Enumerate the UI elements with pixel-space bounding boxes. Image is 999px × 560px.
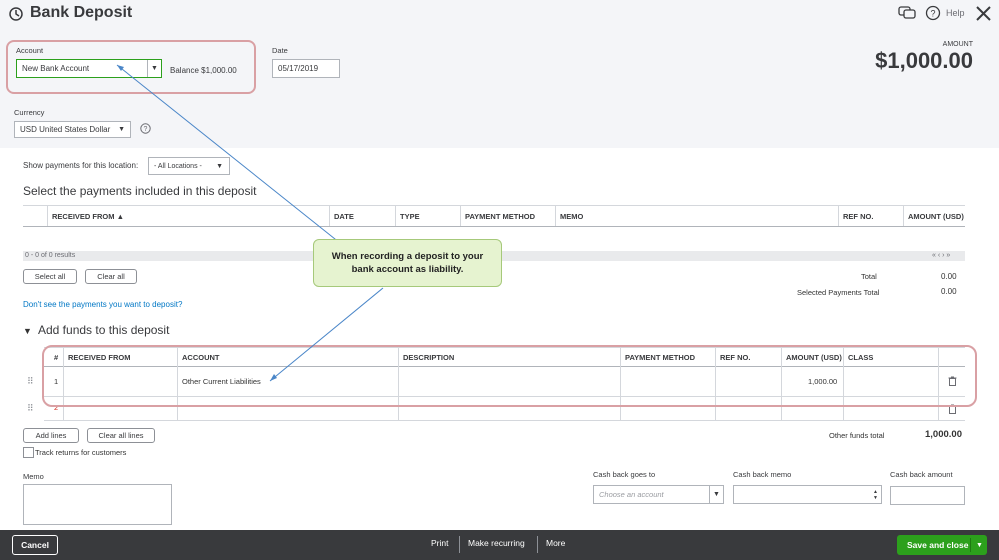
save-and-close-label: Save and close: [907, 540, 969, 550]
more-button[interactable]: More: [546, 538, 565, 548]
chevron-down-icon[interactable]: ▼: [976, 542, 983, 549]
cancel-button[interactable]: Cancel: [12, 535, 58, 555]
arrowhead-liability: [270, 374, 277, 381]
arrow-to-liability: [269, 287, 384, 382]
arrow-to-account: [116, 64, 341, 244]
footer-divider: [459, 536, 460, 553]
save-and-close-button[interactable]: Save and close ▼: [897, 535, 987, 555]
save-options-divider: [970, 538, 971, 552]
print-button[interactable]: Print: [431, 538, 448, 548]
annotation-callout: When recording a deposit to your bank ac…: [313, 239, 502, 287]
make-recurring-button[interactable]: Make recurring: [468, 538, 525, 548]
footer-divider: [537, 536, 538, 553]
